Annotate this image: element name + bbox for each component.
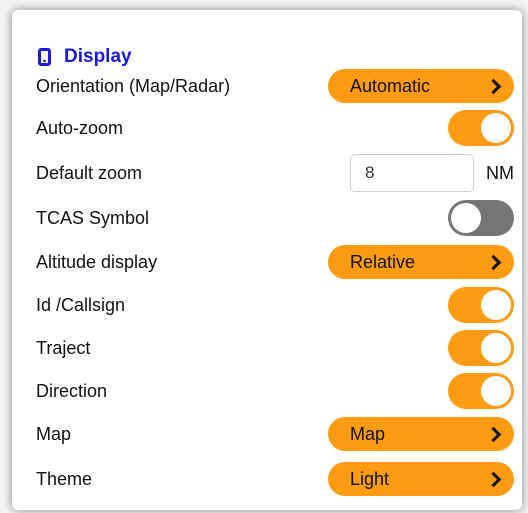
- section-title: Display: [64, 46, 132, 67]
- zoom-unit: NM: [486, 162, 514, 183]
- section-header: Display: [38, 46, 132, 68]
- chevron-right-icon: [485, 78, 502, 94]
- chevron-right-icon: [485, 426, 502, 442]
- traject-row: Traject: [36, 328, 514, 368]
- chevron-right-icon: [485, 254, 502, 270]
- id-callsign-toggle[interactable]: [448, 287, 514, 323]
- orientation-select[interactable]: Automatic: [328, 69, 514, 103]
- altitude-display-label: Altitude display: [36, 251, 158, 272]
- altitude-display-row: Altitude display Relative: [36, 242, 514, 282]
- altitude-display-value: Relative: [350, 251, 416, 272]
- default-zoom-control: NM: [350, 154, 514, 192]
- theme-value: Light: [350, 468, 390, 489]
- altitude-display-select[interactable]: Relative: [328, 245, 514, 279]
- default-zoom-row: Default zoom NM: [36, 153, 514, 193]
- tcas-symbol-row: TCAS Symbol: [36, 198, 514, 238]
- tcas-symbol-label: TCAS Symbol: [36, 207, 150, 228]
- toggle-knob: [451, 203, 481, 233]
- toggle-knob: [481, 290, 511, 320]
- theme-label: Theme: [36, 468, 93, 489]
- direction-label: Direction: [36, 380, 108, 401]
- auto-zoom-toggle[interactable]: [448, 110, 514, 146]
- tcas-symbol-toggle[interactable]: [448, 200, 514, 236]
- map-label: Map: [36, 423, 72, 444]
- map-value: Map: [350, 423, 386, 444]
- auto-zoom-row: Auto-zoom: [36, 108, 514, 148]
- map-row: Map Map: [36, 414, 514, 454]
- chevron-right-icon: [485, 471, 502, 487]
- auto-zoom-label: Auto-zoom: [36, 117, 124, 138]
- phone-icon: [38, 48, 51, 66]
- theme-row: Theme Light: [36, 459, 514, 499]
- id-callsign-label: Id /Callsign: [36, 294, 126, 315]
- orientation-row: Orientation (Map/Radar) Automatic: [36, 66, 514, 106]
- orientation-value: Automatic: [350, 75, 431, 96]
- id-callsign-row: Id /Callsign: [36, 285, 514, 325]
- orientation-label: Orientation (Map/Radar): [36, 75, 231, 96]
- default-zoom-input[interactable]: [350, 154, 474, 192]
- theme-select[interactable]: Light: [328, 462, 514, 496]
- direction-row: Direction: [36, 371, 514, 411]
- traject-toggle[interactable]: [448, 330, 514, 366]
- default-zoom-label: Default zoom: [36, 162, 143, 183]
- toggle-knob: [481, 376, 511, 406]
- toggle-knob: [481, 113, 511, 143]
- toggle-knob: [481, 333, 511, 363]
- traject-label: Traject: [36, 337, 91, 358]
- map-select[interactable]: Map: [328, 417, 514, 451]
- direction-toggle[interactable]: [448, 373, 514, 409]
